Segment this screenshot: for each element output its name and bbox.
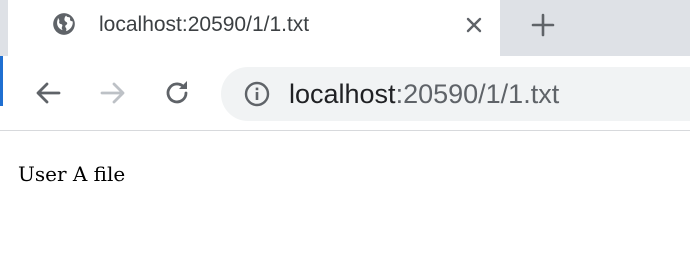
toolbar: localhost:20590/1/1.txt <box>3 56 690 130</box>
url-text[interactable]: localhost:20590/1/1.txt <box>289 77 559 111</box>
tab-title: localhost:20590/1/1.txt <box>99 13 310 36</box>
info-icon[interactable] <box>243 80 271 108</box>
globe-icon <box>51 11 77 37</box>
url-host: localhost <box>289 79 396 109</box>
close-icon[interactable] <box>461 12 487 38</box>
arrow-left-icon[interactable] <box>31 76 65 110</box>
tab-active[interactable]: localhost:20590/1/1.txt <box>8 0 500 56</box>
address-bar[interactable]: localhost:20590/1/1.txt <box>221 67 690 121</box>
file-content-text: User A file <box>18 162 126 186</box>
url-path: :20590/1/1.txt <box>395 79 560 109</box>
browser-window: localhost:20590/1/1.txt localhost:20590/… <box>0 0 690 263</box>
plus-icon[interactable] <box>528 10 558 40</box>
arrow-right-icon[interactable] <box>96 76 130 110</box>
tab-strip: localhost:20590/1/1.txt <box>0 0 690 56</box>
page-content: User A file <box>0 131 690 263</box>
reload-icon[interactable] <box>160 76 194 110</box>
